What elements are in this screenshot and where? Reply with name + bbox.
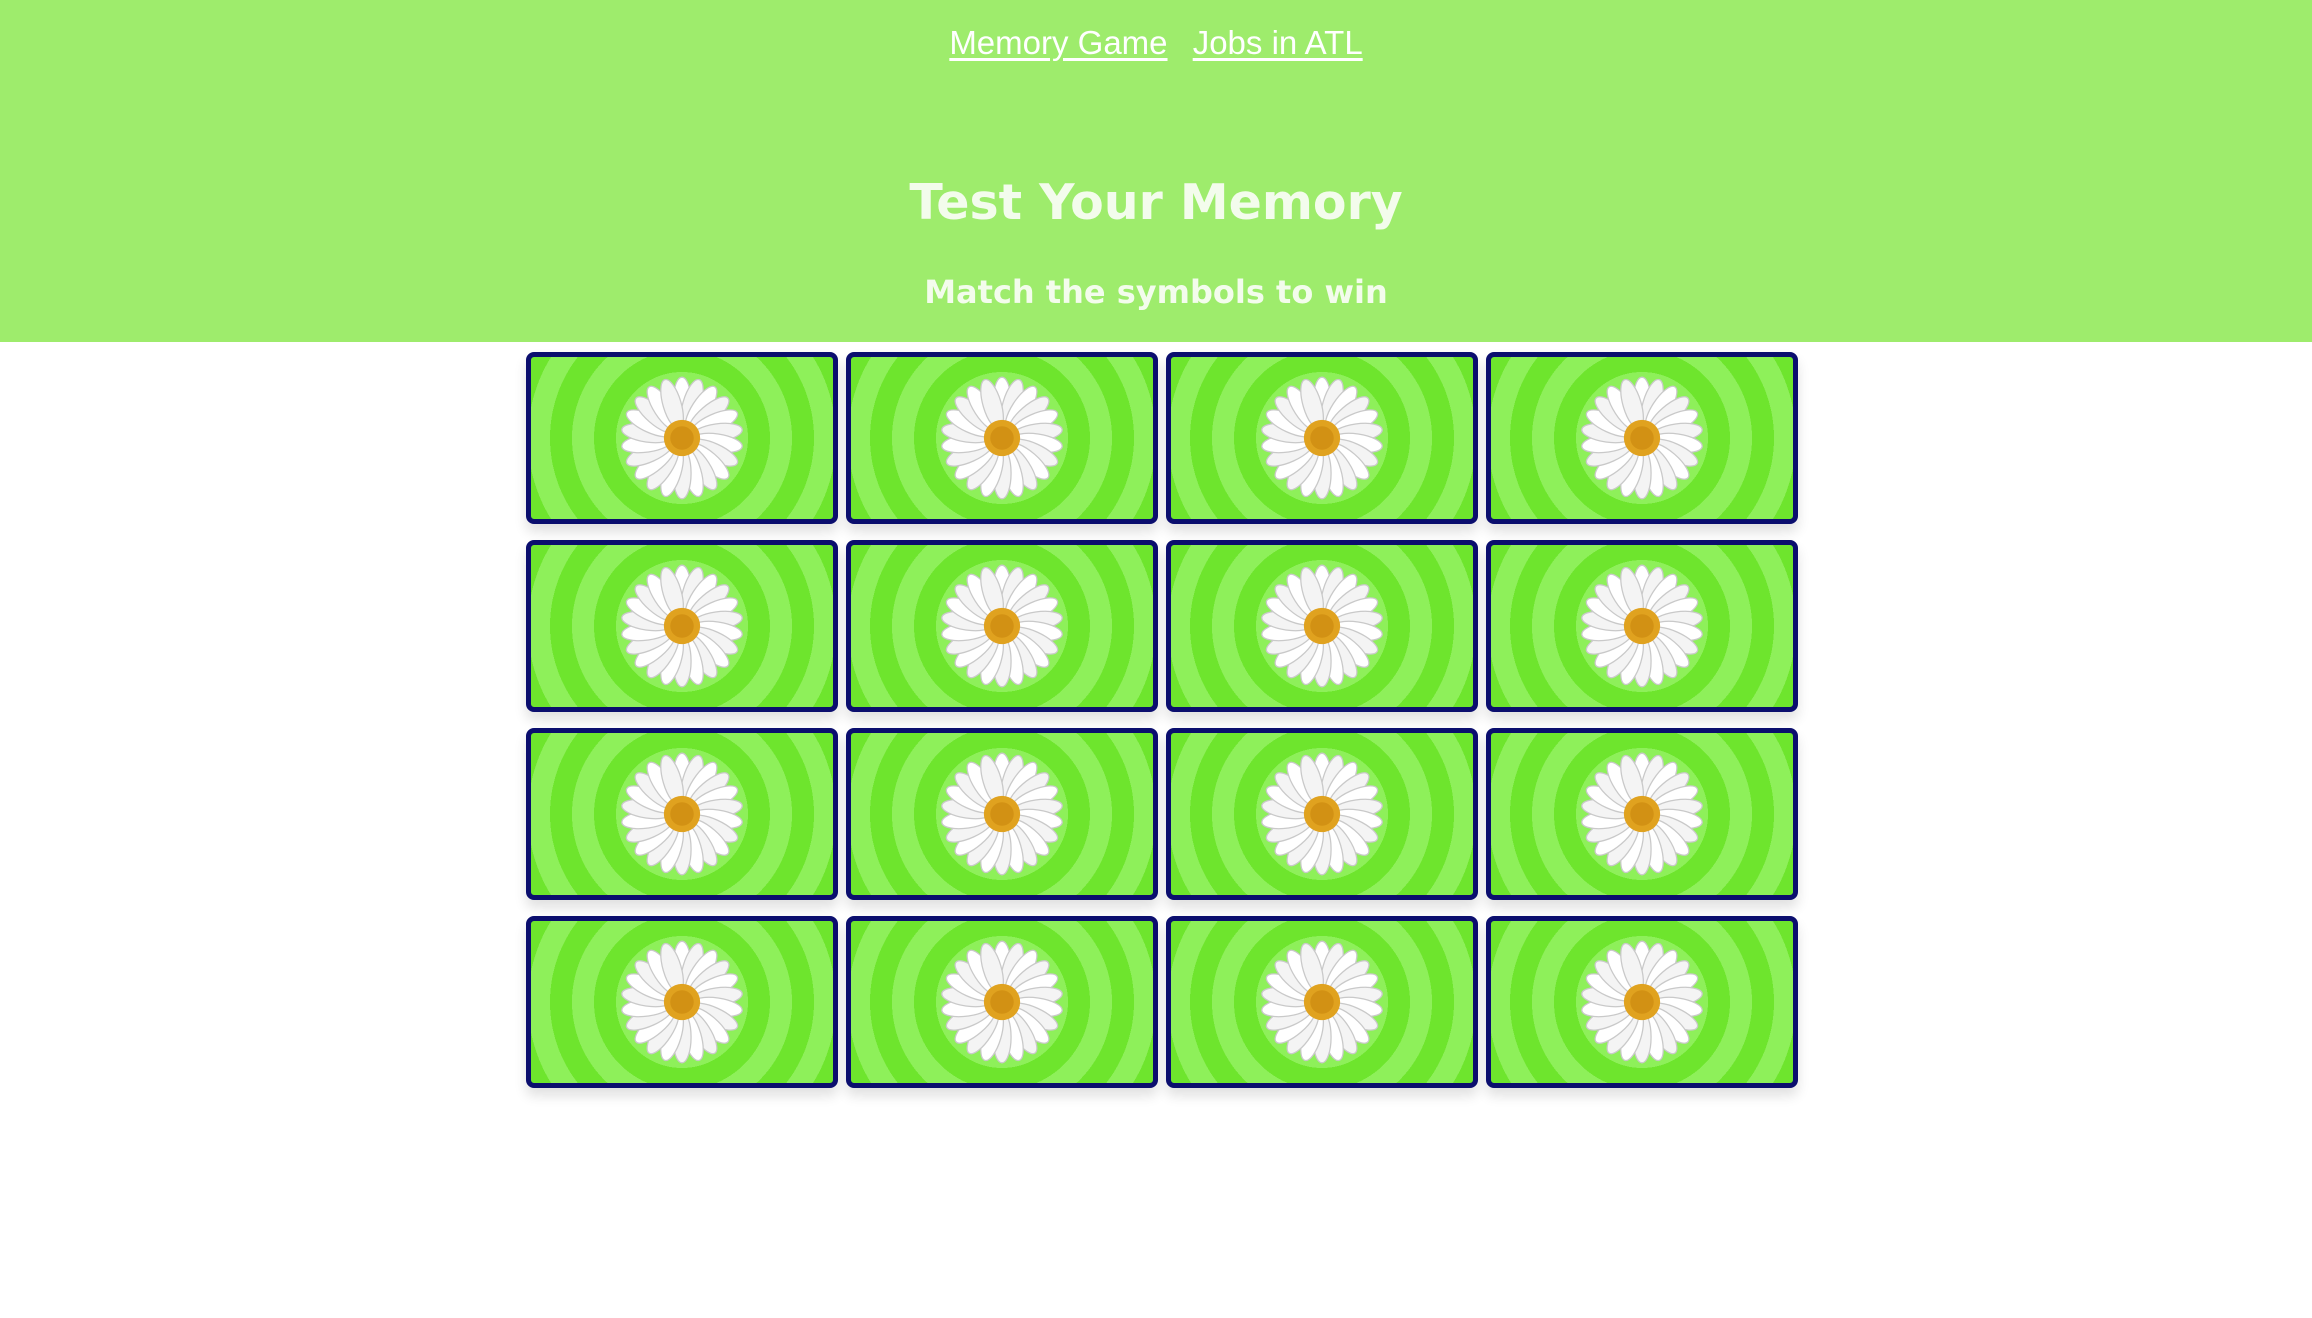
memory-card[interactable] (846, 540, 1158, 712)
nav-link-jobs-in-atl[interactable]: Jobs in ATL (1193, 24, 1363, 61)
memory-card[interactable] (526, 916, 838, 1088)
memory-card[interactable] (526, 540, 838, 712)
page-subtitle: Match the symbols to win (924, 273, 1388, 311)
daisy-icon (941, 376, 1063, 500)
memory-card[interactable] (846, 352, 1158, 524)
memory-card[interactable] (1166, 728, 1478, 900)
memory-card[interactable] (846, 728, 1158, 900)
daisy-icon (941, 564, 1063, 688)
top-nav: Memory Game Jobs in ATL (0, 20, 2312, 66)
daisy-icon (621, 940, 743, 1064)
memory-card[interactable] (526, 352, 838, 524)
page-title: Test Your Memory (909, 174, 1403, 231)
memory-card[interactable] (1486, 540, 1798, 712)
memory-card[interactable] (1166, 352, 1478, 524)
daisy-icon (1581, 940, 1703, 1064)
daisy-icon (621, 752, 743, 876)
daisy-icon (1581, 564, 1703, 688)
page-header: Memory Game Jobs in ATL Test Your Memory… (0, 0, 2312, 342)
daisy-icon (621, 564, 743, 688)
memory-card[interactable] (1486, 352, 1798, 524)
daisy-icon (1261, 752, 1383, 876)
daisy-icon (621, 376, 743, 500)
daisy-icon (1261, 376, 1383, 500)
memory-card[interactable] (526, 728, 838, 900)
memory-card[interactable] (846, 916, 1158, 1088)
memory-card[interactable] (1486, 916, 1798, 1088)
daisy-icon (1261, 940, 1383, 1064)
daisy-icon (941, 940, 1063, 1064)
memory-card[interactable] (1166, 540, 1478, 712)
card-grid (526, 352, 1800, 1088)
daisy-icon (1581, 376, 1703, 500)
memory-card[interactable] (1166, 916, 1478, 1088)
memory-card[interactable] (1486, 728, 1798, 900)
daisy-icon (1581, 752, 1703, 876)
nav-link-memory-game[interactable]: Memory Game (949, 24, 1167, 61)
daisy-icon (941, 752, 1063, 876)
daisy-icon (1261, 564, 1383, 688)
